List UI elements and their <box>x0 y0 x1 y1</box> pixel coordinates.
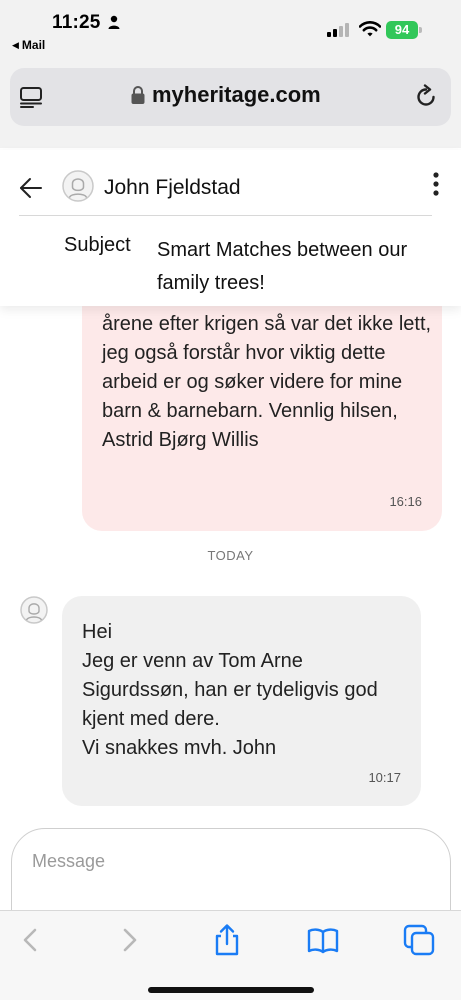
incoming-message-text: Hei Jeg er venn av Tom Arne Sigurdssøn, … <box>82 621 378 759</box>
address-bar[interactable]: myheritage.com <box>10 68 451 126</box>
day-separator: TODAY <box>207 548 254 563</box>
reader-icon[interactable] <box>19 85 43 109</box>
bookmarks-icon[interactable] <box>306 923 340 957</box>
signal-icon <box>327 23 349 37</box>
share-icon[interactable] <box>210 923 244 957</box>
home-indicator <box>148 987 314 993</box>
browser-toolbar <box>0 910 461 1000</box>
subject-label: Subject <box>64 234 131 256</box>
back-triangle-icon: ◀ <box>12 40 19 50</box>
wifi-icon <box>359 21 381 37</box>
contact-avatar-icon <box>20 596 48 624</box>
conversation-header: John Fjeldstad Subject Smart Matches bet… <box>0 150 461 306</box>
avatar-icon[interactable] <box>62 170 94 202</box>
back-app-label: Mail <box>21 38 46 52</box>
back-arrow-icon[interactable] <box>18 175 44 201</box>
status-time: 11:25 <box>52 12 101 33</box>
incoming-message-time: 10:17 <box>368 770 401 785</box>
header-divider <box>19 215 432 216</box>
more-icon[interactable] <box>428 170 444 198</box>
outgoing-message-text: årene efter krigen så var det ikke lett,… <box>102 313 432 451</box>
message-input[interactable] <box>32 847 412 875</box>
battery-icon: 94 <box>386 21 422 39</box>
subject-value: Smart Matches between our family trees! <box>157 239 408 294</box>
message-compose-box[interactable] <box>11 828 451 910</box>
outgoing-message-time: 16:16 <box>389 494 422 509</box>
tabs-icon[interactable] <box>402 923 436 957</box>
back-icon[interactable] <box>14 923 48 957</box>
reload-icon[interactable] <box>413 84 439 110</box>
person-icon <box>108 15 120 29</box>
url-text[interactable]: myheritage.com <box>152 82 321 108</box>
contact-name[interactable]: John Fjeldstad <box>104 176 241 200</box>
back-to-mail-link[interactable]: ◀ Mail <box>12 38 45 52</box>
status-bar: 11:25 ◀ Mail 94 <box>0 0 461 58</box>
battery-level: 94 <box>386 21 418 39</box>
incoming-message: Hei Jeg er venn av Tom Arne Sigurdssøn, … <box>62 596 421 806</box>
forward-icon[interactable] <box>112 923 146 957</box>
lock-icon <box>131 86 145 104</box>
browser-bar: myheritage.com <box>0 58 461 148</box>
